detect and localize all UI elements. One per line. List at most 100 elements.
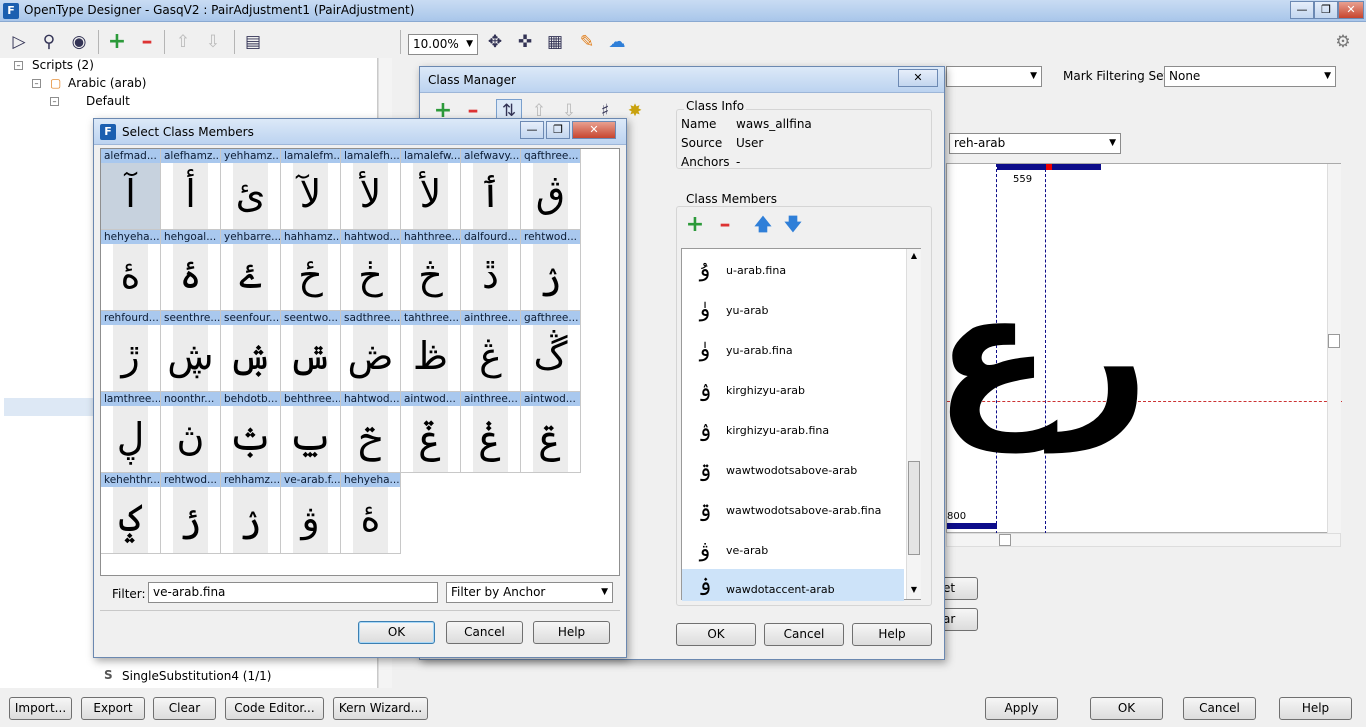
canvas-vscroll-thumb[interactable] — [1328, 334, 1340, 348]
glyph-cell[interactable]: gafthree... ڴ — [521, 311, 581, 392]
maximize-button[interactable]: ❐ — [1314, 1, 1338, 19]
list-item[interactable]: ۊ wawtwodotsabove-arab.fina — [682, 491, 904, 531]
collapse-icon[interactable]: – — [32, 79, 41, 88]
glyph-cell[interactable]: aintwod... ݝ — [521, 392, 581, 473]
glyph-cell[interactable]: lamalefh... لأ — [341, 149, 401, 230]
layout-icon[interactable]: ▤ — [240, 30, 266, 54]
remove-member-icon[interactable]: – — [712, 213, 738, 237]
glyph-cell[interactable]: alefwavy... ٲ — [461, 149, 521, 230]
glyph-cell[interactable]: rehfourd... ڙ — [101, 311, 161, 392]
glyph-cell[interactable]: lamthree... ڸ — [101, 392, 161, 473]
import-button[interactable]: Import... — [9, 697, 72, 720]
glyph-cell[interactable]: noonthr... ڽ — [161, 392, 221, 473]
select-help-button[interactable]: Help — [533, 621, 610, 644]
edit-icon[interactable]: ✎ — [574, 30, 600, 54]
tree-item-scripts[interactable]: Scripts (2) — [32, 58, 94, 72]
remove-icon[interactable]: – — [134, 30, 160, 54]
select-ok-button[interactable]: OK — [358, 621, 435, 644]
add-member-icon[interactable]: + — [682, 213, 708, 237]
crosshair-icon[interactable]: ✜ — [512, 30, 538, 54]
list-item[interactable]: ۈ yu-arab — [682, 291, 904, 331]
kern-wizard-button[interactable]: Kern Wizard... — [333, 697, 428, 720]
glyph-cell[interactable]: rehtwod... ۯ — [521, 230, 581, 311]
glyph-cell[interactable]: lamalefm... لآ — [281, 149, 341, 230]
close-button[interactable]: ✕ — [1338, 1, 1364, 19]
glyph-select[interactable]: reh-arab ▼ — [949, 133, 1121, 154]
class-manager-cancel-button[interactable]: Cancel — [764, 623, 844, 646]
scroll-down-icon[interactable]: ▼ — [907, 585, 921, 594]
glyph-cell[interactable]: yehbarre... ۓ — [221, 230, 281, 311]
members-scroll-thumb[interactable] — [908, 461, 920, 555]
class-members-list[interactable]: ۇ u-arab.fina ۈ yu-arab ۈ yu-arab.fina ۉ kir… — [681, 248, 921, 601]
glyph-cell[interactable]: hahthree... څ — [401, 230, 461, 311]
members-scrollbar[interactable]: ▲ ▼ — [906, 249, 921, 599]
select-cancel-button[interactable]: Cancel — [446, 621, 523, 644]
list-item[interactable]: ۊ wawtwodotsabove-arab — [682, 451, 904, 491]
glyph-cell[interactable]: rehhamz... ۯ — [221, 473, 281, 554]
minimize-button[interactable]: — — [1290, 1, 1314, 19]
scroll-up-icon[interactable]: ▲ — [907, 251, 921, 260]
glyph-cell[interactable]: aintwod... ݞ — [401, 392, 461, 473]
code-editor-button[interactable]: Code Editor... — [225, 697, 324, 720]
member-down-icon[interactable]: 🡇 — [780, 213, 806, 237]
glyph-cell[interactable]: alefhamz... أ — [161, 149, 221, 230]
clear-button[interactable]: Clear — [153, 697, 216, 720]
class-manager-close-button[interactable]: ✕ — [898, 69, 938, 87]
glyph-cell[interactable]: dalfourd... ڐ — [461, 230, 521, 311]
glyph-cell[interactable]: hahtwod... ڂ — [341, 230, 401, 311]
ok-button[interactable]: OK — [1090, 697, 1163, 720]
glyph-grid[interactable]: alefmad... آ alefhamz... أ yehhamz... ئ lamale… — [100, 148, 620, 576]
class-manager-help-button[interactable]: Help — [852, 623, 932, 646]
select-dialog-minimize-button[interactable]: — — [520, 121, 544, 139]
glyph-cell[interactable]: hehyeha... ۀ — [341, 473, 401, 554]
glyph-cell[interactable]: behdotb... ݑ — [221, 392, 281, 473]
mark-filter-select[interactable]: None ▼ — [1164, 66, 1336, 87]
filter-input[interactable]: ve-arab.fina — [148, 582, 438, 603]
glyph-cell[interactable]: lamalefw... لأ — [401, 149, 461, 230]
cloud-icon[interactable]: ☁ — [604, 30, 630, 54]
collapse-icon[interactable]: – — [14, 61, 23, 70]
glyph-cell[interactable]: hahhamz... ځ — [281, 230, 341, 311]
glyph-cell[interactable]: seentwo... ݜ — [281, 311, 341, 392]
cancel-button[interactable]: Cancel — [1183, 697, 1256, 720]
glyph-cell[interactable]: ainthree... ڠ — [461, 311, 521, 392]
move-down-icon[interactable]: ⇩ — [200, 30, 226, 54]
list-item[interactable]: ۈ yu-arab.fina — [682, 331, 904, 371]
canvas-vscroll[interactable] — [1327, 164, 1341, 534]
glyph-cell[interactable]: qafthree... ڨ — [521, 149, 581, 230]
glyph-cell[interactable]: behthree... ݐ — [281, 392, 341, 473]
glyph-cell[interactable]: rehtwod... ݬ — [161, 473, 221, 554]
glyph-cell[interactable]: hahtwod... ݗ — [341, 392, 401, 473]
list-item[interactable]: ۉ kirghizyu-arab — [682, 371, 904, 411]
export-button[interactable]: Export — [81, 697, 145, 720]
glyph-cell[interactable]: hehgoal... ۂ — [161, 230, 221, 311]
glyph-cell[interactable]: sadthree... ڞ — [341, 311, 401, 392]
fit-icon[interactable]: ✥ — [482, 30, 508, 54]
settings-icon[interactable]: ⚙ — [1330, 30, 1356, 54]
help-button[interactable]: Help — [1279, 697, 1352, 720]
tree-item-arabic[interactable]: Arabic (arab) — [68, 76, 146, 90]
tree-item-singlesubstitution4[interactable]: SingleSubstitution4 (1/1) — [122, 669, 271, 683]
canvas-hscroll-thumb[interactable] — [999, 534, 1011, 546]
apply-button[interactable]: Apply — [985, 697, 1058, 720]
grid-icon[interactable]: ▦ — [542, 30, 568, 54]
binoculars-icon[interactable]: ◉ — [66, 30, 92, 54]
lookup-flag-select[interactable]: ▼ — [946, 66, 1042, 87]
preview-icon[interactable]: ⚲ — [36, 30, 62, 54]
member-up-icon[interactable]: 🡅 — [750, 213, 776, 237]
glyph-canvas[interactable]: 559 رع 800 — [935, 163, 1342, 534]
add-icon[interactable]: + — [104, 30, 130, 54]
tree-item-default[interactable]: Default — [86, 94, 130, 108]
list-item[interactable]: ۉ kirghizyu-arab.fina — [682, 411, 904, 451]
class-manager-ok-button[interactable]: OK — [676, 623, 756, 646]
glyph-cell[interactable]: alefmad... آ — [101, 149, 161, 230]
move-up-icon[interactable]: ⇧ — [170, 30, 196, 54]
select-dialog-close-button[interactable]: ✕ — [572, 121, 616, 139]
glyph-cell[interactable]: tahthree... ڟ — [401, 311, 461, 392]
glyph-cell[interactable]: kehehthr... ݤ — [101, 473, 161, 554]
glyph-cell[interactable]: seenthre... ڜ — [161, 311, 221, 392]
glyph-cell[interactable]: ainthree... ݟ — [461, 392, 521, 473]
collapse-icon[interactable]: – — [50, 97, 59, 106]
canvas-hscroll[interactable] — [946, 533, 1341, 547]
run-icon[interactable]: ▷ — [6, 30, 32, 54]
